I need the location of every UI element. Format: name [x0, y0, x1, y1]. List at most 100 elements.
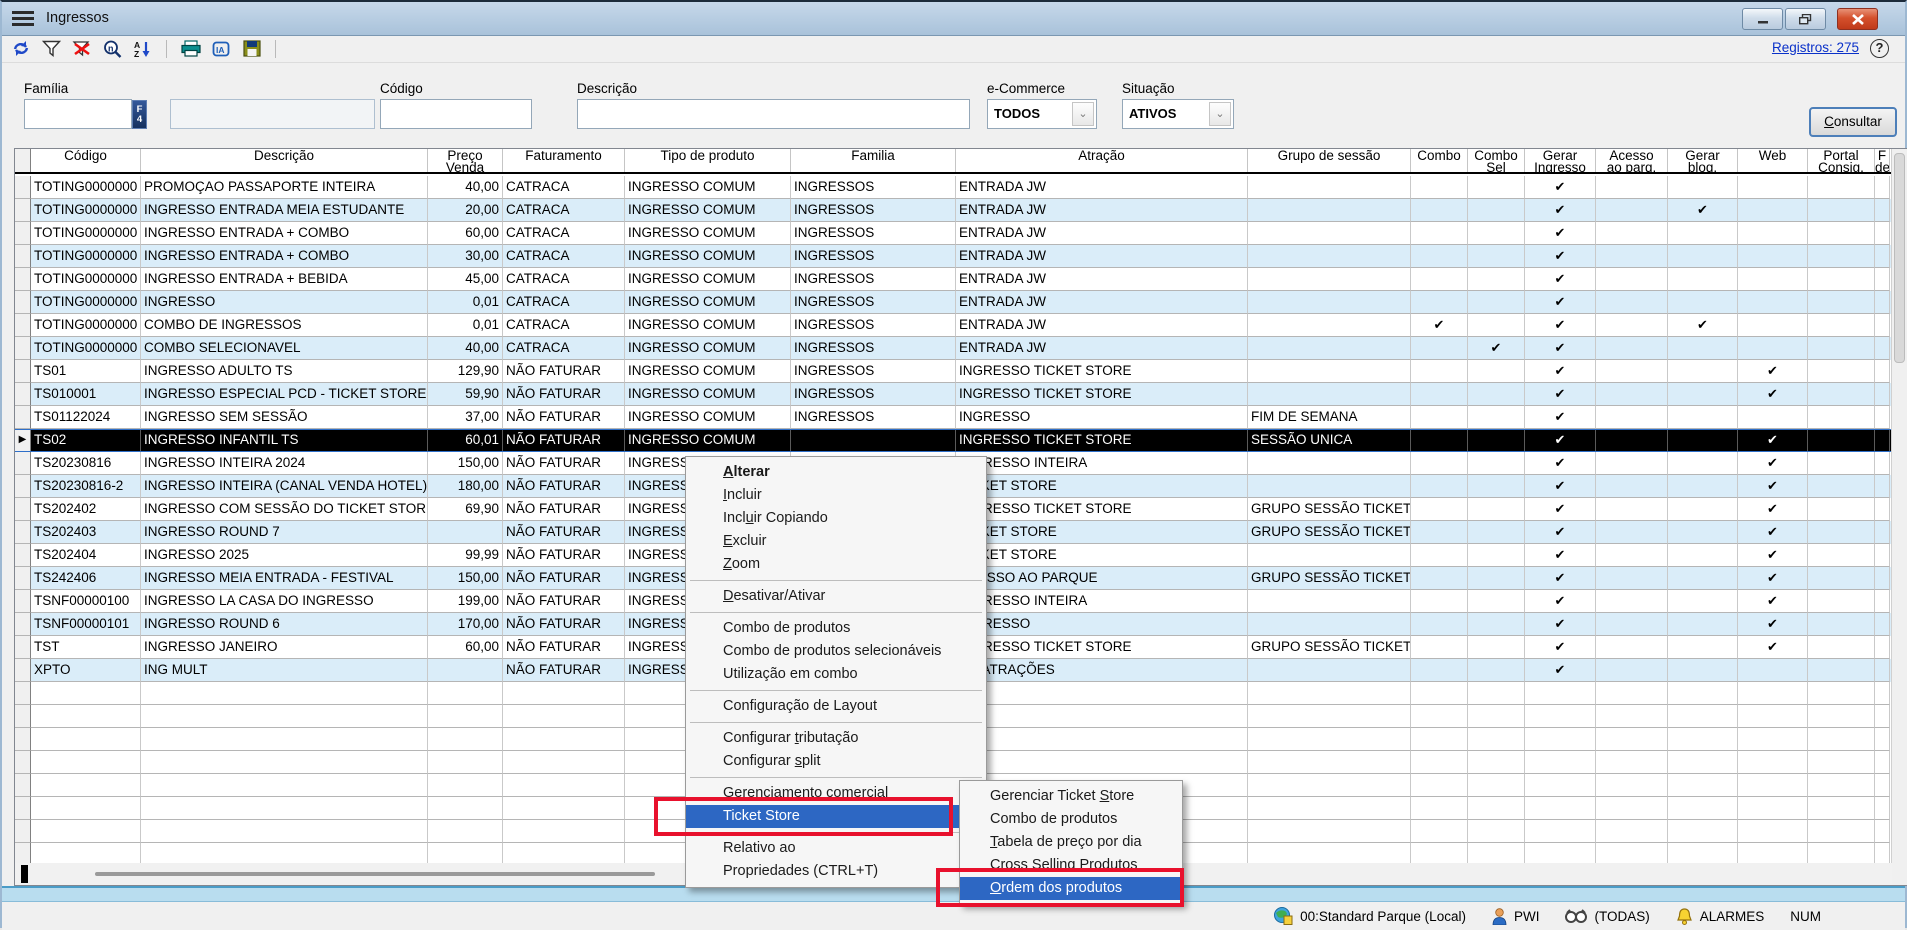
column-header[interactable]: Descrição — [141, 149, 428, 172]
cell-acesso-parque[interactable] — [1596, 383, 1668, 406]
table-row[interactable]: TOTING0000000INGRESSO ENTRADA + COMBO30,… — [15, 245, 1892, 268]
cell-tipo[interactable]: INGRESSO COMUM — [625, 222, 791, 245]
cell-gerar-ingresso[interactable]: ✔ — [1525, 360, 1596, 383]
cell-grupo[interactable]: GRUPO SESSÃO TICKET STORE — [1248, 636, 1411, 659]
cell-faturamento[interactable]: NÃO FATURAR — [503, 613, 625, 636]
column-header[interactable]: Grupo de sessão — [1248, 149, 1411, 172]
cell-atracao[interactable]: ENTRADA JW — [956, 314, 1248, 337]
cell-combo-sel[interactable] — [1468, 360, 1525, 383]
cell-acesso-parque[interactable] — [1596, 430, 1668, 451]
cell-preco[interactable]: 150,00 — [428, 567, 503, 590]
cell-combo-sel[interactable] — [1468, 430, 1525, 451]
cell-extra[interactable] — [1875, 636, 1890, 659]
filter-button[interactable] — [38, 37, 64, 61]
table-row[interactable]: TOTING0000000COMBO DE INGRESSOS0,01CATRA… — [15, 314, 1892, 337]
cell-descricao[interactable]: INGRESSO INFANTIL TS — [141, 430, 428, 451]
column-header[interactable]: Gerar Ingresso — [1525, 149, 1596, 172]
cell-preco[interactable]: 69,90 — [428, 498, 503, 521]
cell-combo-sel[interactable]: ✔ — [1468, 337, 1525, 360]
cell-portal-consig[interactable] — [1808, 199, 1875, 222]
menu-item-zoom[interactable]: Zoom — [686, 553, 986, 576]
cell-faturamento[interactable]: CATRACA — [503, 245, 625, 268]
cell-codigo[interactable]: TSNF00000100 — [31, 590, 141, 613]
cell-preco[interactable]: 59,90 — [428, 383, 503, 406]
cell-gerar-bloq[interactable] — [1668, 659, 1738, 682]
cell-extra[interactable] — [1875, 314, 1890, 337]
cell-familia[interactable]: INGRESSOS — [791, 406, 956, 429]
cell-combo[interactable] — [1411, 245, 1468, 268]
cell-portal-consig[interactable] — [1808, 590, 1875, 613]
cell-web[interactable]: ✔ — [1738, 475, 1808, 498]
cell-descricao[interactable]: INGRESSO LA CASA DO INGRESSO — [141, 590, 428, 613]
column-header[interactable]: Atração — [956, 149, 1248, 172]
cell-tipo[interactable]: INGRESSO COMUM — [625, 245, 791, 268]
cell-portal-consig[interactable] — [1808, 245, 1875, 268]
cell-combo[interactable] — [1411, 544, 1468, 567]
cell-faturamento[interactable]: CATRACA — [503, 314, 625, 337]
cell-gerar-ingresso[interactable]: ✔ — [1525, 406, 1596, 429]
cell-acesso-parque[interactable] — [1596, 544, 1668, 567]
cell-familia[interactable]: INGRESSOS — [791, 337, 956, 360]
cell-web[interactable]: ✔ — [1738, 613, 1808, 636]
cell-gerar-bloq[interactable] — [1668, 498, 1738, 521]
cell-combo-sel[interactable] — [1468, 613, 1525, 636]
cell-web[interactable] — [1738, 268, 1808, 291]
cell-atracao[interactable]: ACESSO AO PARQUE — [956, 567, 1248, 590]
cell-web[interactable]: ✔ — [1738, 430, 1808, 451]
cell-codigo[interactable]: TS242406 — [31, 567, 141, 590]
cell-faturamento[interactable]: NÃO FATURAR — [503, 636, 625, 659]
familia-input[interactable] — [24, 99, 132, 129]
cell-combo[interactable] — [1411, 567, 1468, 590]
cell-atracao[interactable]: INGRESSO INTEIRA — [956, 452, 1248, 475]
cell-gerar-bloq[interactable] — [1668, 613, 1738, 636]
cell-grupo[interactable] — [1248, 475, 1411, 498]
cell-grupo[interactable] — [1248, 383, 1411, 406]
cell-combo[interactable] — [1411, 199, 1468, 222]
cell-combo[interactable] — [1411, 659, 1468, 682]
cell-extra[interactable] — [1875, 430, 1890, 451]
table-row[interactable]: TS01INGRESSO ADULTO TS129,90NÃO FATURARI… — [15, 360, 1892, 383]
cell-combo[interactable] — [1411, 268, 1468, 291]
cell-faturamento[interactable]: CATRACA — [503, 291, 625, 314]
column-header[interactable]: Combo — [1411, 149, 1468, 172]
cell-tipo[interactable]: INGRESSO COMUM — [625, 291, 791, 314]
ecommerce-select[interactable]: TODOS ⌄ — [987, 99, 1097, 129]
cell-grupo[interactable]: GRUPO SESSÃO TICKET STORE — [1248, 521, 1411, 544]
scrollbar-thumb[interactable] — [95, 872, 655, 876]
cell-descricao[interactable]: INGRESSO INTEIRA 2024 — [141, 452, 428, 475]
cell-portal-consig[interactable] — [1808, 659, 1875, 682]
cell-atracao[interactable]: TICKET STORE — [956, 475, 1248, 498]
column-header[interactable]: Faturamento — [503, 149, 625, 172]
cell-combo-sel[interactable] — [1468, 199, 1525, 222]
cell-web[interactable] — [1738, 659, 1808, 682]
cell-tipo[interactable]: INGRESSO COMUM — [625, 360, 791, 383]
cell-atracao[interactable]: ENTRADA JW — [956, 245, 1248, 268]
menu-item-utiliza-o-em-combo[interactable]: Utilização em combo — [686, 663, 986, 686]
cell-grupo[interactable] — [1248, 222, 1411, 245]
cell-atracao[interactable]: ENTRADA JW — [956, 337, 1248, 360]
cell-portal-consig[interactable] — [1808, 498, 1875, 521]
cell-faturamento[interactable]: CATRACA — [503, 199, 625, 222]
cell-preco[interactable]: 30,00 — [428, 245, 503, 268]
cell-familia[interactable]: INGRESSOS — [791, 176, 956, 199]
cell-preco[interactable]: 199,00 — [428, 590, 503, 613]
cell-faturamento[interactable]: NÃO FATURAR — [503, 659, 625, 682]
cell-extra[interactable] — [1875, 544, 1890, 567]
cell-atracao[interactable]: INGRESSO TICKET STORE — [956, 383, 1248, 406]
cell-portal-consig[interactable] — [1808, 291, 1875, 314]
cell-gerar-ingresso[interactable]: ✔ — [1525, 452, 1596, 475]
menu-item-incluir-copiando[interactable]: Incluir Copiando — [686, 507, 986, 530]
cell-preco[interactable]: 60,00 — [428, 222, 503, 245]
menu-item-desativar-ativar[interactable]: Desativar/Ativar — [686, 585, 986, 608]
cell-extra[interactable] — [1875, 475, 1890, 498]
cell-familia[interactable]: INGRESSOS — [791, 314, 956, 337]
cell-extra[interactable] — [1875, 498, 1890, 521]
cell-combo-sel[interactable] — [1468, 176, 1525, 199]
cell-faturamento[interactable]: NÃO FATURAR — [503, 544, 625, 567]
cell-atracao[interactable]: ENTRADA JW — [956, 176, 1248, 199]
cell-familia[interactable]: INGRESSOS — [791, 199, 956, 222]
cell-codigo[interactable]: TS02 — [31, 430, 141, 451]
cell-combo-sel[interactable] — [1468, 406, 1525, 429]
cell-web[interactable]: ✔ — [1738, 452, 1808, 475]
cell-codigo[interactable]: TS202403 — [31, 521, 141, 544]
